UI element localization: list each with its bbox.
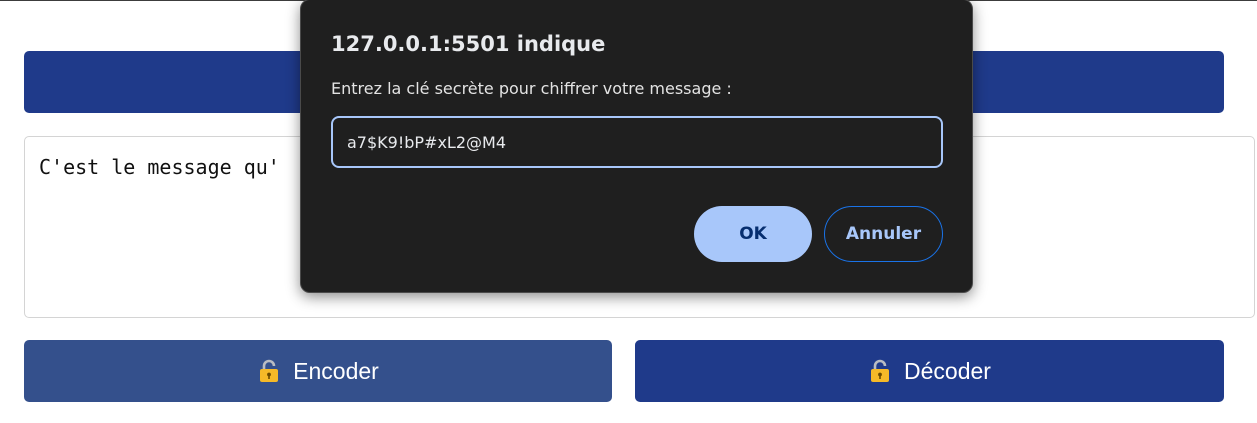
encode-label: Encoder: [293, 357, 379, 384]
encode-button[interactable]: Encoder: [24, 340, 612, 402]
unlock-icon: [871, 359, 890, 382]
secret-key-input[interactable]: [331, 116, 943, 168]
lock-icon: [260, 359, 279, 382]
cancel-button[interactable]: Annuler: [824, 206, 943, 262]
ok-button[interactable]: OK: [694, 206, 812, 262]
prompt-dialog: 127.0.0.1:5501 indique Entrez la clé sec…: [300, 0, 973, 293]
dialog-message: Entrez la clé secrète pour chiffrer votr…: [331, 79, 732, 98]
dialog-title: 127.0.0.1:5501 indique: [331, 32, 606, 56]
decode-label: Décoder: [904, 357, 991, 384]
decode-button[interactable]: Décoder: [635, 340, 1224, 402]
page: C'est le message qu' Encoder Décoder 127…: [0, 0, 1257, 423]
